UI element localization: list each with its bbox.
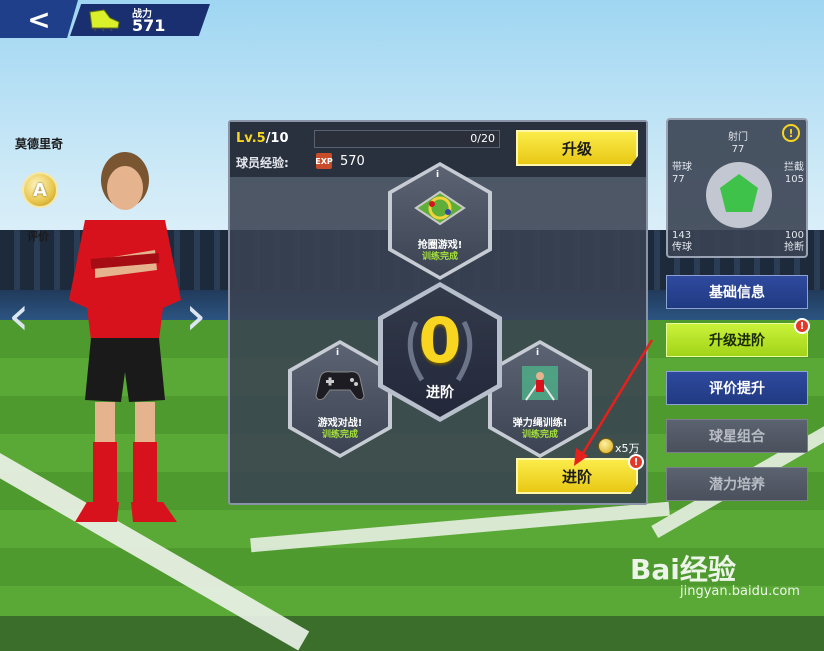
menu-upgrade-advance[interactable]: 升级进阶 (666, 323, 808, 357)
annotation-arrow-icon (574, 339, 654, 466)
stat-label: 传球 (672, 242, 692, 253)
watermark-logo: Bai经验 (630, 553, 736, 586)
exp-book-icon: EXP (315, 153, 333, 169)
rondo-pitch-icon (414, 190, 466, 226)
training-status: 训练完成 (421, 252, 458, 262)
exp-value: 570 (340, 154, 365, 169)
stat-value: 77 (672, 174, 685, 185)
level-label: Lv.5/10 (236, 131, 289, 146)
info-icon[interactable]: ! (782, 124, 800, 142)
exp-label: 球员经验: (236, 156, 289, 170)
watermark-url: jingyan.baidu.com (680, 584, 800, 599)
power-value: 571 (132, 16, 166, 35)
stat-intercept: 拦截 105 (784, 162, 804, 186)
grade-label: 评价 (27, 230, 49, 243)
stat-label: 拦截 (784, 162, 804, 173)
advance-count: 0 (418, 304, 462, 377)
stat-value: 77 (731, 144, 745, 155)
stat-label: 射门 (728, 132, 748, 143)
menu-potential-training[interactable]: 潜力培养 (666, 467, 808, 501)
exp-progress-bar: 0/20 (314, 130, 500, 148)
training-status: 训练完成 (321, 430, 358, 440)
info-icon: i (336, 348, 340, 358)
stat-label: 抢断 (784, 242, 804, 253)
stat-value: 105 (784, 174, 804, 185)
stat-dribble: 带球 77 (672, 162, 692, 186)
stat-shot: 射门 77 (728, 132, 748, 156)
stat-value: 100 (784, 230, 804, 241)
training-hex-left[interactable]: i 游戏对战! 训练完成 (288, 340, 392, 458)
stat-tackle: 100 抢断 (784, 230, 804, 254)
back-button[interactable]: < (0, 0, 78, 38)
menu-star-combo[interactable]: 球星组合 (666, 419, 808, 453)
alert-icon: ! (794, 318, 810, 334)
advance-count-label: 进阶 (426, 385, 454, 401)
player-figure (69, 152, 181, 522)
menu-basic-info[interactable]: 基础信息 (666, 275, 808, 309)
boot-icon (89, 9, 120, 32)
stat-pass: 143 传球 (672, 230, 692, 254)
stats-panel: ! 射门 77 带球 77 拦截 105 143 传球 100 抢断 (666, 118, 808, 258)
gamepad-icon (315, 371, 365, 401)
back-chevron-icon: < (27, 2, 51, 36)
level-max: /10 (265, 131, 289, 146)
training-hex-top[interactable]: i 抢圈游戏! 训练完成 (388, 162, 492, 280)
grade-badge[interactable]: A (22, 172, 58, 208)
menu-rating-boost[interactable]: 评价提升 (666, 371, 808, 405)
upgrade-button[interactable]: 升级 (516, 130, 638, 166)
info-icon: i (536, 348, 540, 358)
radar-chart-icon (706, 162, 772, 228)
exp-progress-text: 0/20 (470, 132, 495, 145)
top-bar: < 战力 571 (0, 0, 210, 38)
prev-player-arrow-icon[interactable]: ‹ (8, 289, 38, 346)
advance-count-hex: 0 进阶 (378, 282, 502, 422)
stat-value: 143 (672, 230, 692, 241)
level-current: Lv.5 (236, 131, 266, 146)
info-icon: i (436, 170, 440, 180)
stat-label: 带球 (672, 162, 692, 173)
